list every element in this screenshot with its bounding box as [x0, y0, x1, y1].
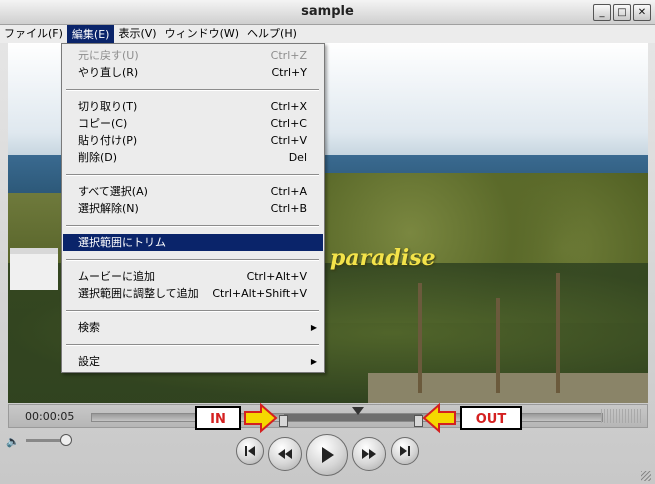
play-button[interactable]	[306, 434, 348, 476]
arrow-right-icon	[244, 402, 278, 434]
playhead-marker[interactable]	[352, 407, 364, 415]
menu-item-copy[interactable]: コピー(C) Ctrl+C	[63, 115, 323, 132]
maximize-button[interactable]: □	[613, 4, 631, 21]
video-ground	[368, 373, 648, 403]
menu-item-label: 選択範囲に調整して追加	[78, 287, 199, 300]
menu-separator	[66, 344, 319, 346]
timeline-bar: 00:00:05	[8, 404, 648, 428]
video-house	[10, 248, 58, 290]
menu-item-cut[interactable]: 切り取り(T) Ctrl+X	[63, 98, 323, 115]
menu-separator	[66, 310, 319, 312]
speaker-icon[interactable]: 🔈	[6, 435, 20, 448]
fast-forward-button[interactable]	[352, 437, 386, 471]
menu-item-redo[interactable]: やり直し(R) Ctrl+Y	[63, 64, 323, 81]
menu-item-shortcut: Ctrl+Alt+Shift+V	[212, 287, 307, 300]
menu-item-label: コピー(C)	[78, 117, 128, 130]
menu-separator	[66, 259, 319, 261]
player-window: sample _ □ ✕ ファイル(F) 編集(E) 表示(V) ウィンドウ(W…	[0, 0, 655, 484]
menu-help[interactable]: ヘルプ(H)	[243, 25, 301, 43]
menu-item-label: 削除(D)	[78, 151, 118, 164]
menu-separator	[66, 174, 319, 176]
skip-to-end-icon	[400, 446, 410, 456]
menu-edit[interactable]: 編集(E)	[66, 25, 115, 45]
menu-item-label: 元に戻す(U)	[78, 49, 139, 62]
menu-item-label: 検索	[78, 321, 100, 334]
video-palm	[496, 298, 500, 393]
in-point-marker[interactable]	[279, 415, 288, 427]
resize-grip[interactable]	[601, 409, 641, 423]
menu-item-label: 切り取り(T)	[78, 100, 138, 113]
menu-item-shortcut: Ctrl+V	[270, 134, 307, 147]
title-bar[interactable]: sample _ □ ✕	[0, 0, 655, 25]
menu-separator	[66, 225, 319, 227]
menu-item-label: 選択範囲にトリム	[78, 236, 166, 249]
rewind-button[interactable]	[268, 437, 302, 471]
menu-item-shortcut: Ctrl+C	[270, 117, 307, 130]
menu-item-paste[interactable]: 貼り付け(P) Ctrl+V	[63, 132, 323, 149]
play-icon	[322, 447, 334, 463]
skip-to-end-button[interactable]	[391, 437, 419, 465]
menu-window[interactable]: ウィンドウ(W)	[161, 25, 243, 43]
menu-file[interactable]: ファイル(F)	[0, 25, 67, 43]
submenu-arrow-icon: ▶	[310, 357, 317, 366]
menu-item-add-scaled[interactable]: 選択範囲に調整して追加 Ctrl+Alt+Shift+V	[63, 285, 323, 302]
menu-item-delete[interactable]: 削除(D) Del	[63, 149, 323, 166]
arrow-left-icon	[422, 402, 456, 434]
menu-item-shortcut: Ctrl+Alt+V	[246, 270, 307, 283]
menu-view[interactable]: 表示(V)	[114, 25, 160, 43]
skip-to-start-button[interactable]	[236, 437, 264, 465]
menu-item-shortcut: Ctrl+X	[270, 100, 307, 113]
menu-item-shortcut: Del	[288, 151, 307, 164]
window-title: sample	[301, 4, 354, 19]
menu-item-add-to-movie[interactable]: ムービーに追加 Ctrl+Alt+V	[63, 268, 323, 285]
submenu-arrow-icon: ▶	[310, 323, 317, 332]
minimize-button[interactable]: _	[593, 4, 611, 21]
rewind-icon	[278, 449, 292, 459]
menu-item-shortcut: Ctrl+B	[270, 202, 307, 215]
menu-item-label: 貼り付け(P)	[78, 134, 138, 147]
menu-item-find[interactable]: 検索 ▶	[63, 319, 323, 336]
window-resize-grip[interactable]	[641, 471, 651, 481]
menu-item-label: すべて選択(A)	[78, 185, 148, 198]
volume-slider-knob[interactable]	[60, 434, 72, 446]
menu-item-shortcut: Ctrl+A	[270, 185, 307, 198]
menu-item-select-all[interactable]: すべて選択(A) Ctrl+A	[63, 183, 323, 200]
edit-menu-dropdown: 元に戻す(U) Ctrl+Z やり直し(R) Ctrl+Y 切り取り(T) Ct…	[61, 43, 325, 373]
menu-item-shortcut: Ctrl+Z	[270, 49, 307, 62]
menu-bar: ファイル(F) 編集(E) 表示(V) ウィンドウ(W) ヘルプ(H)	[0, 25, 655, 45]
menu-item-label: 設定	[78, 355, 100, 368]
menu-separator	[66, 89, 319, 91]
out-annotation-label: OUT	[460, 406, 522, 430]
menu-item-shortcut: Ctrl+Y	[271, 66, 307, 79]
menu-item-undo[interactable]: 元に戻す(U) Ctrl+Z	[63, 47, 323, 64]
current-timecode: 00:00:05	[25, 410, 75, 423]
selection-range	[284, 414, 422, 421]
video-palm	[418, 283, 422, 393]
close-button[interactable]: ✕	[633, 4, 651, 21]
menu-item-label: ムービーに追加	[78, 270, 155, 283]
skip-to-start-icon	[245, 446, 255, 456]
menu-item-label: 選択解除(N)	[78, 202, 139, 215]
scrubber-track[interactable]	[91, 413, 603, 422]
fast-forward-icon	[362, 449, 376, 459]
menu-item-label: やり直し(R)	[78, 66, 139, 79]
video-caption: paradise	[330, 245, 436, 271]
in-annotation-label: IN	[195, 406, 241, 430]
menu-item-trim-to-selection[interactable]: 選択範囲にトリム	[63, 234, 323, 251]
menu-item-preferences[interactable]: 設定 ▶	[63, 353, 323, 370]
video-palm	[556, 273, 560, 393]
menu-item-deselect[interactable]: 選択解除(N) Ctrl+B	[63, 200, 323, 217]
